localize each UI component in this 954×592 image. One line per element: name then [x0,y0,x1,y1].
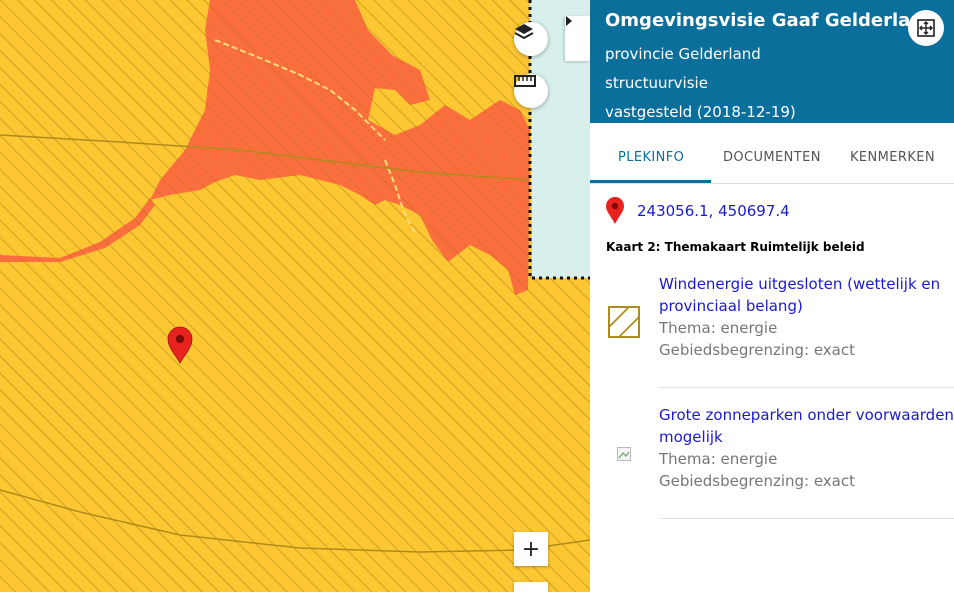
info-panel: Omgevingsvisie Gaaf Gelderland provincie… [590,0,954,592]
map-canvas[interactable]: + [0,0,590,592]
tab-bar: PLEKINFO DOCUMENTEN KENMERKEN [590,123,954,184]
measure-button[interactable] [514,74,548,108]
legend-item-name[interactable]: Grote zonneparken onder voorwaarden moge… [659,404,954,448]
map-layers [0,0,590,592]
chevron-right-icon [566,16,572,26]
panel-header: Omgevingsvisie Gaaf Gelderland provincie… [590,0,954,123]
map-layer-title: Kaart 2: Themakaart Ruimtelijk beleid [606,240,865,254]
ruler-icon [514,75,536,87]
location-marker-icon [606,197,624,224]
zoom-in-button[interactable]: + [514,532,548,566]
panel-toggle-button[interactable] [565,16,590,61]
legend-item-begrenzing: Gebiedsbegrenzing: exact [659,341,856,359]
plan-type: structuurvisie [605,74,708,92]
legend-item-thema: Thema: energie [659,319,778,337]
legend-item-2: Grote zonneparken onder voorwaarden moge… [659,404,954,492]
fit-extent-icon [917,19,935,37]
tab-plekinfo[interactable]: PLEKINFO [618,150,684,165]
divider [659,518,954,519]
legend-item-thema: Thema: energie [659,450,778,468]
layers-icon [514,24,534,40]
tab-documenten[interactable]: DOCUMENTEN [723,150,821,165]
tab-kenmerken[interactable]: KENMERKEN [850,150,935,165]
plan-organization: provincie Gelderland [605,45,761,63]
broken-image-icon [617,447,631,461]
coordinate-row: 243056.1, 450697.4 [605,196,790,226]
fit-extent-button[interactable] [908,10,944,46]
plan-status: vastgesteld (2018-12-19) [605,103,796,121]
plan-title: Omgevingsvisie Gaaf Gelderland [605,10,937,31]
active-tab-indicator [590,180,711,183]
legend-item-name[interactable]: Windenergie uitgesloten (wettelijk en pr… [659,273,954,317]
divider [659,387,954,388]
coordinates-text: 243056.1, 450697.4 [637,202,790,220]
layers-button[interactable] [514,22,548,56]
legend-item-1: Windenergie uitgesloten (wettelijk en pr… [659,273,954,361]
legend-item-begrenzing: Gebiedsbegrenzing: exact [659,472,856,490]
hatch-swatch-icon [608,306,640,338]
zoom-out-button[interactable] [514,582,548,592]
